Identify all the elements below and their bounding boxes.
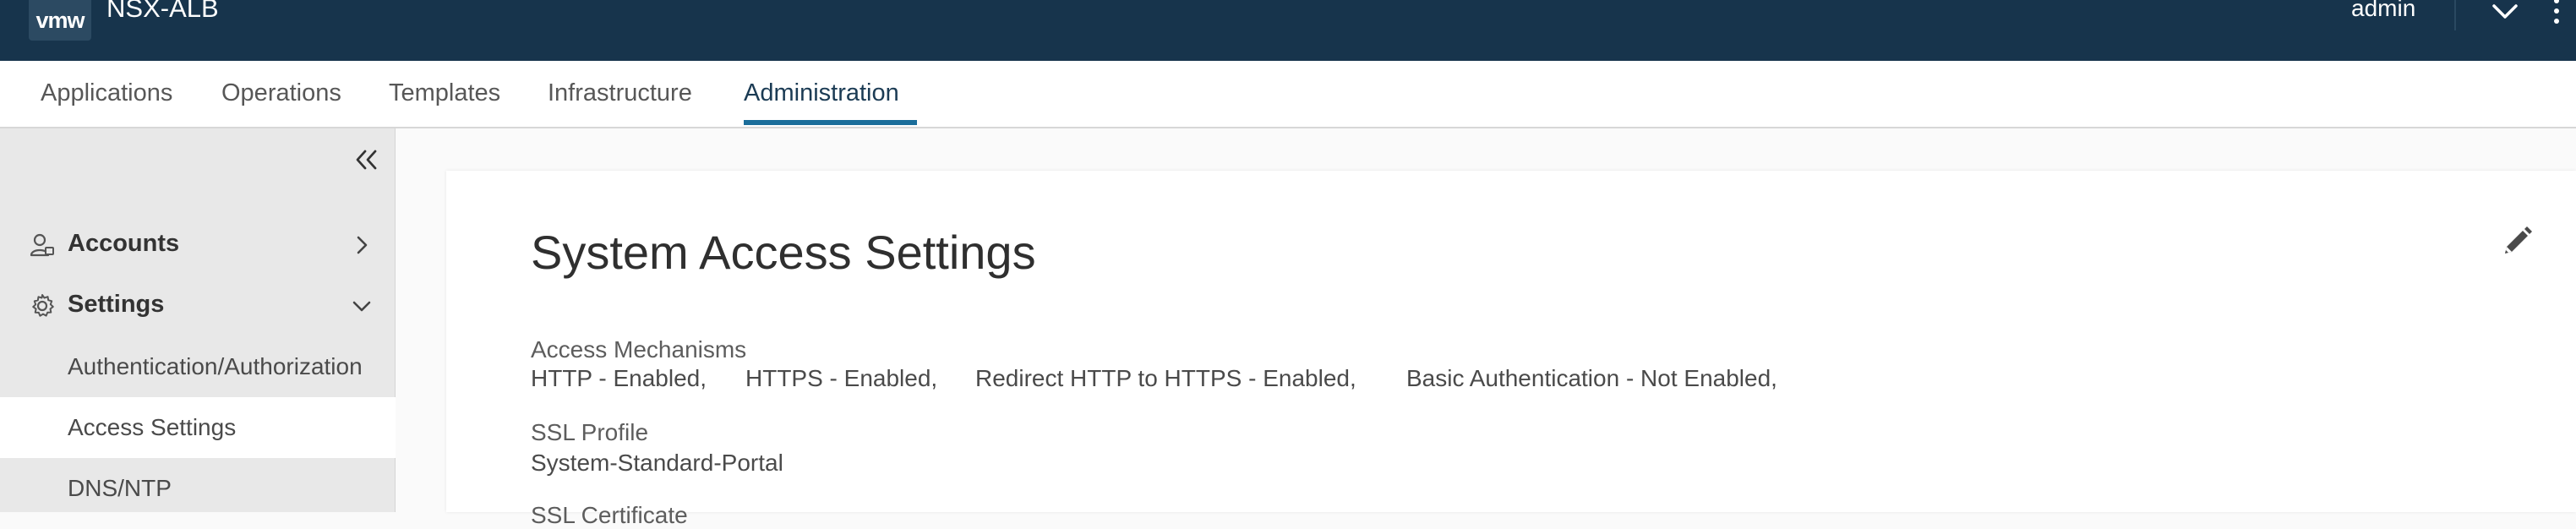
tab-administration[interactable]: Administration [744,79,899,107]
sidebar-item-settings[interactable]: Settings [0,275,396,336]
ssl-profile-value: System-Standard-Portal [531,450,783,476]
user-menu-name[interactable]: admin [2351,0,2415,22]
mechanism-http: HTTP - Enabled, [531,365,707,391]
vmw-logo: vmw [29,0,91,41]
sidebar-subitem-dns-ntp[interactable]: DNS/NTP [0,458,396,519]
main-nav: Applications Operations Templates Infras… [0,61,2576,128]
top-header: vmw NSX-ALB admin [0,0,2576,61]
mechanism-https: HTTPS - Enabled, [745,365,938,391]
ssl-profile-label: SSL Profile [531,419,649,445]
active-tab-indicator [744,120,917,125]
tab-applications[interactable]: Applications [41,79,172,107]
chevron-right-icon [357,236,368,254]
mechanism-redirect: Redirect HTTP to HTTPS - Enabled, [975,365,1356,391]
sidebar-subitem-label: DNS/NTP [68,475,172,501]
sidebar-item-label: Accounts [68,230,180,257]
sidebar-subitem-label: Access Settings [68,414,237,440]
sidebar-item-accounts[interactable]: Accounts [0,215,396,275]
chevron-down-icon[interactable] [2489,2,2521,22]
sidebar-item-label: Settings [68,291,165,318]
tab-templates[interactable]: Templates [389,79,500,107]
sidebar: Accounts Settings Authentication/Authori… [0,128,396,512]
app-title: NSX-ALB [106,0,219,23]
ssl-certificate-label: SSL Certificate [531,502,688,528]
double-chevron-left-icon[interactable] [352,145,380,174]
user-icon [30,233,54,257]
chevron-down-icon [352,301,371,312]
pencil-icon[interactable] [2498,223,2535,260]
kebab-icon[interactable] [2551,0,2562,27]
logo-text: vmw [35,7,85,33]
mechanism-basic-auth: Basic Authentication - Not Enabled, [1406,365,1777,391]
settings-card: System Access Settings Access Mechanisms… [446,171,2576,528]
access-mechanisms-label: Access Mechanisms [531,336,747,363]
page-title: System Access Settings [531,226,1036,279]
gear-icon [32,294,54,317]
sidebar-subitem-access-settings[interactable]: Access Settings [0,397,396,458]
header-divider [2454,0,2456,30]
tab-infrastructure[interactable]: Infrastructure [548,79,692,107]
tab-operations[interactable]: Operations [221,79,341,107]
sidebar-subitem-label: Authentication/Authorization [68,353,363,379]
sidebar-subitem-authentication[interactable]: Authentication/Authorization [0,336,396,397]
